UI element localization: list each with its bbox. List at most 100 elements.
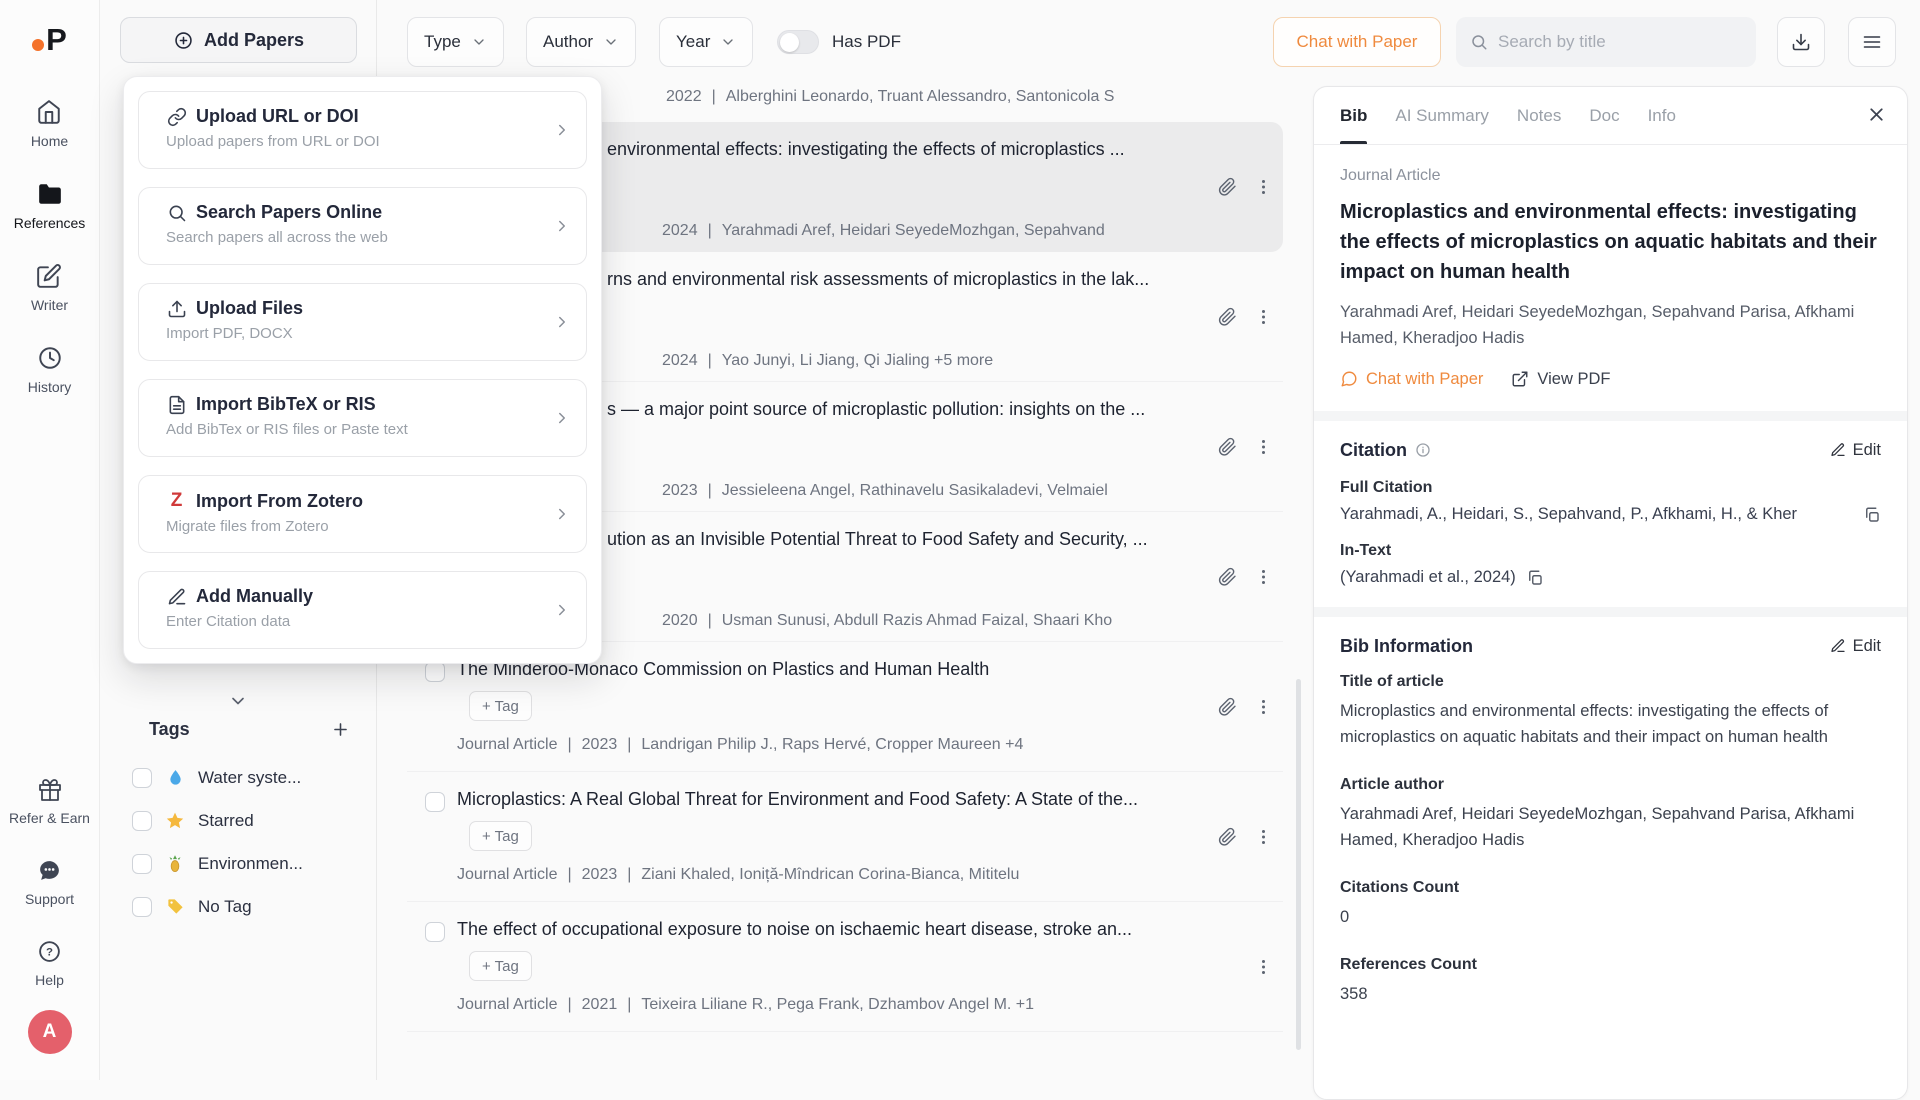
row-checkbox[interactable] <box>425 662 445 682</box>
download-button[interactable] <box>1777 17 1825 67</box>
paperclip-icon[interactable] <box>1218 307 1237 326</box>
info-icon[interactable] <box>1415 442 1431 458</box>
kebab-menu-icon[interactable] <box>1254 697 1273 716</box>
paperclip-icon[interactable] <box>1218 437 1237 456</box>
paperclip-icon[interactable] <box>1218 567 1237 586</box>
menu-item-title: Add Manually <box>196 586 313 607</box>
paperclip-icon[interactable] <box>1218 697 1237 716</box>
view-pdf-link[interactable]: View PDF <box>1511 370 1610 389</box>
tag-item-environment[interactable]: Environmen... <box>100 842 376 885</box>
menu-item-upload-url-doi[interactable]: Upload URL or DOI Upload papers from URL… <box>138 91 587 169</box>
kebab-menu-icon[interactable] <box>1254 307 1273 326</box>
sidebar-item-writer[interactable]: Writer <box>31 263 68 313</box>
document-type-label: Journal Article <box>1340 167 1881 185</box>
tag-icon <box>164 896 186 918</box>
tab-ai-summary[interactable]: AI Summary <box>1395 87 1489 144</box>
menu-item-subtitle: Search papers all across the web <box>166 229 542 246</box>
kebab-menu-icon[interactable] <box>1254 437 1273 456</box>
paper-title: environmental effects: investigating the… <box>607 139 1125 160</box>
sidebar-item-home[interactable]: Home <box>31 99 68 149</box>
user-avatar[interactable]: A <box>28 1010 72 1054</box>
chat-with-paper-link[interactable]: Chat with Paper <box>1340 370 1483 389</box>
has-pdf-label: Has PDF <box>832 32 901 52</box>
add-tag-chip[interactable]: + Tag <box>469 691 532 721</box>
chevron-right-icon <box>553 121 571 139</box>
type-filter-button[interactable]: Type <box>407 17 504 67</box>
toggle-knob <box>780 33 799 52</box>
tag-item-no-tag[interactable]: No Tag <box>100 885 376 928</box>
tab-bib[interactable]: Bib <box>1340 87 1367 144</box>
chevron-right-icon <box>553 505 571 523</box>
close-icon[interactable] <box>1866 104 1887 125</box>
chat-with-paper-button[interactable]: Chat with Paper <box>1273 17 1441 67</box>
menu-item-import-from-zotero[interactable]: Z Import From Zotero Migrate files from … <box>138 475 587 553</box>
author-filter-button[interactable]: Author <box>526 17 636 67</box>
paper-meta: Journal Article2021Teixeira Liliane R., … <box>457 996 1034 1014</box>
collapse-section-button[interactable] <box>208 688 268 714</box>
sidebar-item-refer-earn[interactable]: Refer & Earn <box>9 778 90 826</box>
row-checkbox[interactable] <box>425 922 445 942</box>
chevron-right-icon <box>553 601 571 619</box>
menu-item-title: Import BibTeX or RIS <box>196 394 376 415</box>
hamburger-icon <box>1862 32 1882 52</box>
tags-section: Tags Water syste... Starred Environmen..… <box>100 714 376 928</box>
paper-meta: 2023Jessieleena Angel, Rathinavelu Sasik… <box>662 482 1108 500</box>
sidebar-item-support[interactable]: Support <box>25 858 74 907</box>
download-icon <box>1791 32 1811 52</box>
home-icon <box>36 99 62 125</box>
list-scrollbar[interactable] <box>1296 679 1301 1050</box>
kebab-menu-icon[interactable] <box>1254 827 1273 846</box>
tag-item-starred[interactable]: Starred <box>100 799 376 842</box>
search-box[interactable] <box>1456 17 1756 67</box>
search-input[interactable] <box>1498 32 1742 52</box>
year-filter-button[interactable]: Year <box>659 17 753 67</box>
list-menu-button[interactable] <box>1848 17 1896 67</box>
menu-item-title: Search Papers Online <box>196 202 382 223</box>
tab-info[interactable]: Info <box>1648 87 1676 144</box>
sidebar-item-references[interactable]: References <box>14 181 86 231</box>
paperclip-icon[interactable] <box>1218 827 1237 846</box>
menu-item-add-manually[interactable]: Add Manually Enter Citation data <box>138 571 587 649</box>
paper-meta: Journal Article2023Landrigan Philip J., … <box>457 736 1023 754</box>
chevron-right-icon <box>553 313 571 331</box>
add-tag-chip[interactable]: + Tag <box>469 951 532 981</box>
edit-bib-button[interactable]: Edit <box>1830 637 1881 656</box>
add-tag-button[interactable] <box>331 720 350 739</box>
edit-square-icon <box>36 263 62 289</box>
tag-checkbox[interactable] <box>132 897 152 917</box>
add-tag-chip[interactable]: + Tag <box>469 821 532 851</box>
menu-item-search-papers-online[interactable]: Search Papers Online Search papers all a… <box>138 187 587 265</box>
tag-checkbox[interactable] <box>132 768 152 788</box>
row-checkbox[interactable] <box>425 792 445 812</box>
paper-title: Microplastics: A Real Global Threat for … <box>457 789 1138 810</box>
kebab-menu-icon[interactable] <box>1254 567 1273 586</box>
section-divider <box>1314 411 1907 421</box>
tab-doc[interactable]: Doc <box>1589 87 1619 144</box>
external-link-icon <box>1511 370 1529 388</box>
paper-row[interactable]: The effect of occupational exposure to n… <box>407 902 1283 1032</box>
paper-row[interactable]: Microplastics: A Real Global Threat for … <box>407 772 1283 902</box>
edit-citation-button[interactable]: Edit <box>1830 441 1881 460</box>
tab-notes[interactable]: Notes <box>1517 87 1561 144</box>
tag-checkbox[interactable] <box>132 854 152 874</box>
menu-item-upload-files[interactable]: Upload Files Import PDF, DOCX <box>138 283 587 361</box>
tag-item-water[interactable]: Water syste... <box>100 756 376 799</box>
bib-field-label: Citations Count <box>1340 879 1881 897</box>
sidebar-item-label: Home <box>31 133 68 149</box>
sidebar-item-history[interactable]: History <box>28 345 72 395</box>
kebab-menu-icon[interactable] <box>1254 177 1273 196</box>
sidebar-item-label: Writer <box>31 297 68 313</box>
menu-item-title: Upload Files <box>196 298 303 319</box>
copy-icon[interactable] <box>1526 569 1544 587</box>
tag-checkbox[interactable] <box>132 811 152 831</box>
sidebar-item-help[interactable]: ? Help <box>35 939 64 988</box>
folder-icon <box>37 181 63 207</box>
menu-item-import-bibtex-ris[interactable]: Import BibTeX or RIS Add BibTex or RIS f… <box>138 379 587 457</box>
has-pdf-toggle[interactable] <box>777 30 819 54</box>
app-logo[interactable]: P <box>32 24 67 55</box>
plus-circle-icon <box>173 30 194 51</box>
add-papers-button[interactable]: Add Papers <box>120 17 357 63</box>
copy-icon[interactable] <box>1863 506 1881 524</box>
paperclip-icon[interactable] <box>1218 177 1237 196</box>
kebab-menu-icon[interactable] <box>1254 957 1273 976</box>
